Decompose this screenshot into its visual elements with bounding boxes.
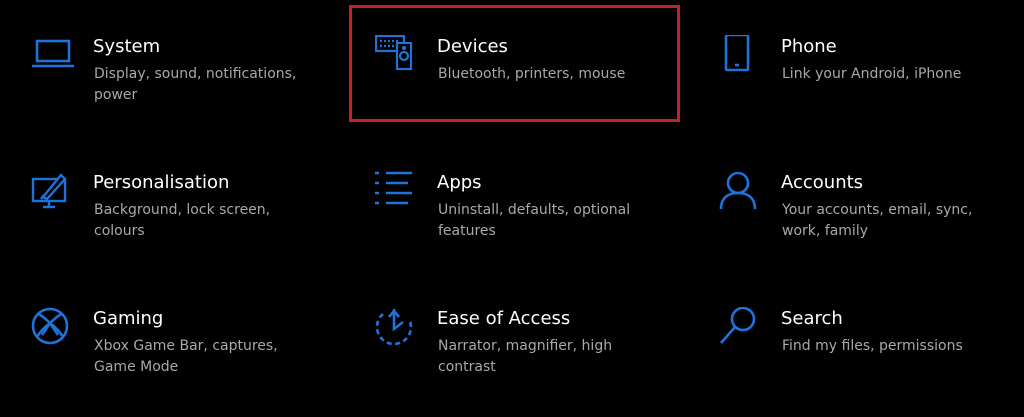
ease-of-access-icon — [375, 307, 421, 353]
tile-title-accounts: Accounts — [781, 172, 864, 193]
search-icon — [719, 307, 765, 353]
person-icon — [719, 171, 765, 217]
tile-title-phone: Phone — [781, 36, 837, 57]
tile-description-system: Display, sound, notifications, power — [94, 66, 297, 103]
tile-title-personalisation: Personalisation — [93, 172, 230, 193]
laptop-icon — [31, 35, 77, 81]
tile-title-system: System — [93, 36, 161, 57]
tile-title-devices: Devices — [437, 36, 508, 57]
tile-system[interactable]: System Display, sound, notifications, po… — [31, 35, 351, 145]
phone-icon — [719, 35, 765, 81]
personalisation-icon — [31, 171, 77, 217]
tile-title-search: Search — [781, 308, 843, 329]
apps-list-icon — [375, 171, 421, 217]
xbox-icon — [31, 307, 77, 353]
tile-description-devices: Bluetooth, printers, mouse — [438, 66, 626, 82]
tile-accounts[interactable]: Accounts Your accounts, email, sync, wor… — [719, 171, 1024, 281]
tile-title-gaming: Gaming — [93, 308, 164, 329]
tile-title-apps: Apps — [437, 172, 482, 193]
tile-apps[interactable]: Apps Uninstall, defaults, optional featu… — [375, 171, 695, 281]
tile-description-phone: Link your Android, iPhone — [782, 66, 962, 82]
tile-description-personalisation: Background, lock screen, colours — [94, 202, 271, 239]
tile-description-ease-of-access: Narrator, magnifier, high contrast — [438, 338, 613, 375]
tile-personalisation[interactable]: Personalisation Background, lock screen,… — [31, 171, 351, 281]
tile-search[interactable]: Search Find my files, permissions — [719, 307, 1024, 417]
tile-gaming[interactable]: Gaming Xbox Game Bar, captures, Game Mod… — [31, 307, 351, 417]
tile-description-apps: Uninstall, defaults, optional features — [438, 202, 631, 239]
tile-devices[interactable]: Devices Bluetooth, printers, mouse — [375, 35, 695, 145]
tile-description-gaming: Xbox Game Bar, captures, Game Mode — [94, 338, 278, 375]
devices-icon — [375, 35, 421, 81]
tile-description-search: Find my files, permissions — [782, 338, 963, 354]
tile-ease-of-access[interactable]: Ease of Access Narrator, magnifier, high… — [375, 307, 695, 417]
tile-phone[interactable]: Phone Link your Android, iPhone — [719, 35, 1024, 145]
tile-title-ease-of-access: Ease of Access — [437, 308, 571, 329]
tile-description-accounts: Your accounts, email, sync, work, family — [782, 202, 973, 239]
